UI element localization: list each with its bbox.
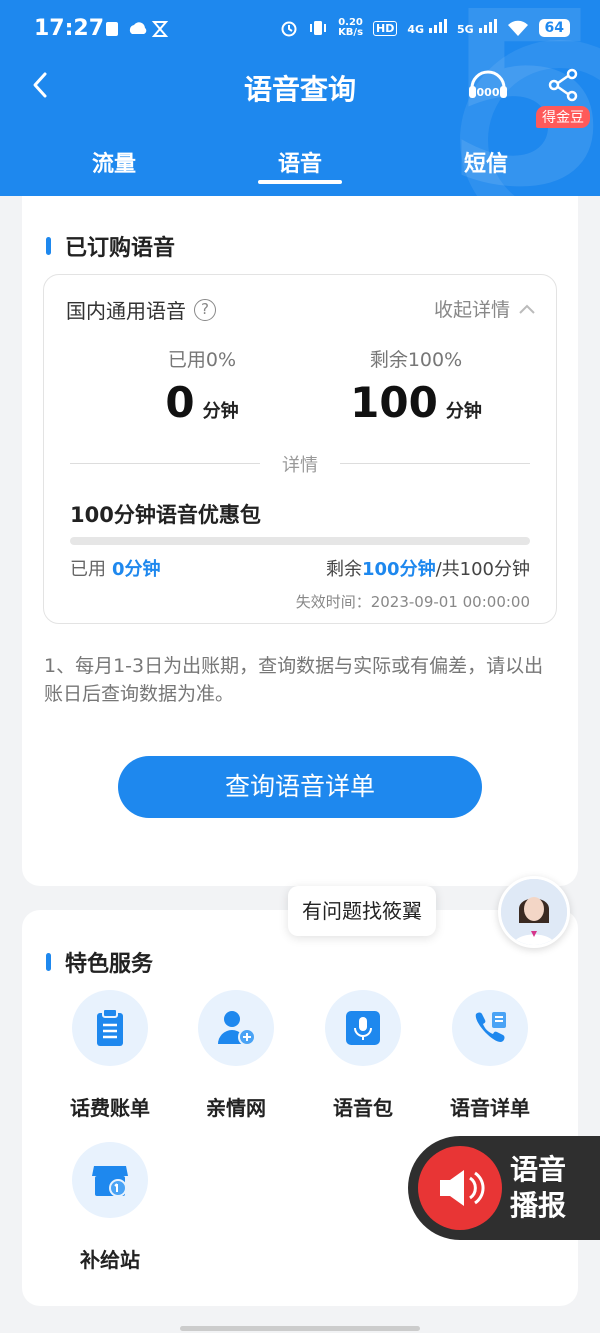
help-icon[interactable]: ?: [194, 298, 216, 321]
svg-text:10000: 10000: [469, 86, 508, 99]
page-title: 语音查询: [243, 73, 356, 106]
voice-broadcast-button[interactable]: 语音 播报: [408, 1136, 600, 1240]
alarm-icon: [281, 21, 297, 37]
top-bar: 语音查询 10000 得金豆: [0, 60, 600, 128]
assistant-bubble[interactable]: 有问题找筱翼: [288, 886, 436, 936]
speaker-icon: [418, 1146, 502, 1230]
bill-icon: [97, 1008, 123, 1046]
billing-notice: 1、每月1-3日为出账期，查询数据与实际或有偏差，请以出账日后查询数据为准。: [44, 655, 544, 705]
remain-percent-label: 剩余100%: [369, 349, 463, 371]
remain-unit: 分钟: [445, 401, 482, 422]
service-voice-detail[interactable]: 语音详单: [430, 990, 550, 1121]
section-marker: [46, 237, 51, 255]
shop-icon: [92, 1166, 128, 1197]
section-title-subscribed: 已订购语音: [46, 230, 175, 262]
phone-list-icon: [475, 1012, 506, 1042]
featured-services-card: 特色服务 话费账单 亲情网 语音包 语音详单 补给站: [22, 910, 578, 1306]
battery-indicator: 64: [538, 19, 570, 37]
section-title-services: 特色服务: [46, 946, 153, 978]
used-stat: 已用0% 0 分钟: [102, 345, 302, 427]
share-icon[interactable]: [546, 68, 580, 102]
plan-detail-box: 国内通用语音 ? 收起详情 已用0% 0 分钟 剩余100% 100 分钟 详情 1…: [43, 274, 557, 624]
collapse-details-toggle[interactable]: 收起详情: [434, 295, 536, 322]
tab-data[interactable]: 流量: [54, 146, 174, 178]
hd-icon: HD: [373, 20, 398, 36]
voice-broadcast-label: 语音 播报: [510, 1153, 567, 1222]
remain-stat: 剩余100% 100 分钟: [316, 345, 516, 427]
notification-icons: [104, 20, 184, 43]
plan-name: 国内通用语音 ?: [66, 295, 216, 324]
family-add-icon: [218, 1011, 256, 1046]
service-bill[interactable]: 话费账单: [50, 990, 170, 1121]
package-remain: 剩余100分钟/共100分钟: [326, 559, 530, 580]
tab-voice[interactable]: 语音: [240, 146, 360, 178]
sim2-network: 5G: [457, 19, 497, 37]
active-tab-indicator: [258, 180, 342, 184]
expire-time: 失效时间：2023-09-01 00:00:00: [295, 593, 530, 611]
vibrate-icon: [310, 21, 327, 35]
section-marker: [46, 953, 51, 971]
used-unit: 分钟: [202, 401, 239, 422]
microphone-icon: [346, 1011, 380, 1045]
chevron-up-icon: [519, 304, 535, 314]
system-icons: 0.20 KB/s HD 4G 5G 64: [280, 18, 570, 38]
service-voice-pack[interactable]: 语音包: [303, 990, 423, 1121]
used-minutes-value: 0: [165, 378, 195, 427]
wifi-icon: [507, 20, 528, 36]
assistant-avatar[interactable]: [498, 876, 570, 948]
usage-progress-bar: [70, 537, 530, 545]
header: 5 17:27 0.20 KB/s HD 4G 5G 64 语音查询 10000…: [0, 0, 600, 196]
query-voice-detail-button[interactable]: 查询语音详单: [118, 756, 482, 818]
used-percent-label: 已用0%: [167, 349, 237, 371]
net-speed: 0.20 KB/s: [338, 17, 364, 38]
detail-divider: 详情: [70, 455, 530, 476]
sim1-network: 4G: [407, 19, 447, 37]
service-supply-station[interactable]: 补给站: [50, 1142, 170, 1273]
customer-service-10000-icon[interactable]: 10000: [466, 66, 510, 106]
home-indicator: [180, 1326, 420, 1331]
tab-sms[interactable]: 短信: [426, 146, 546, 178]
remain-minutes-value: 100: [350, 378, 438, 427]
status-bar: 17:27 0.20 KB/s HD 4G 5G 64: [0, 0, 600, 60]
status-time: 17:27: [34, 16, 105, 41]
tab-bar: 流量 语音 短信: [0, 140, 600, 196]
package-name: 100分钟语音优惠包: [70, 503, 261, 527]
reward-badge[interactable]: 得金豆: [536, 106, 590, 128]
package-used: 已用 0分钟: [70, 559, 161, 580]
subscribed-voice-card: 已订购语音 国内通用语音 ? 收起详情 已用0% 0 分钟 剩余100% 100 分…: [22, 196, 578, 886]
service-family-network[interactable]: 亲情网: [176, 990, 296, 1121]
